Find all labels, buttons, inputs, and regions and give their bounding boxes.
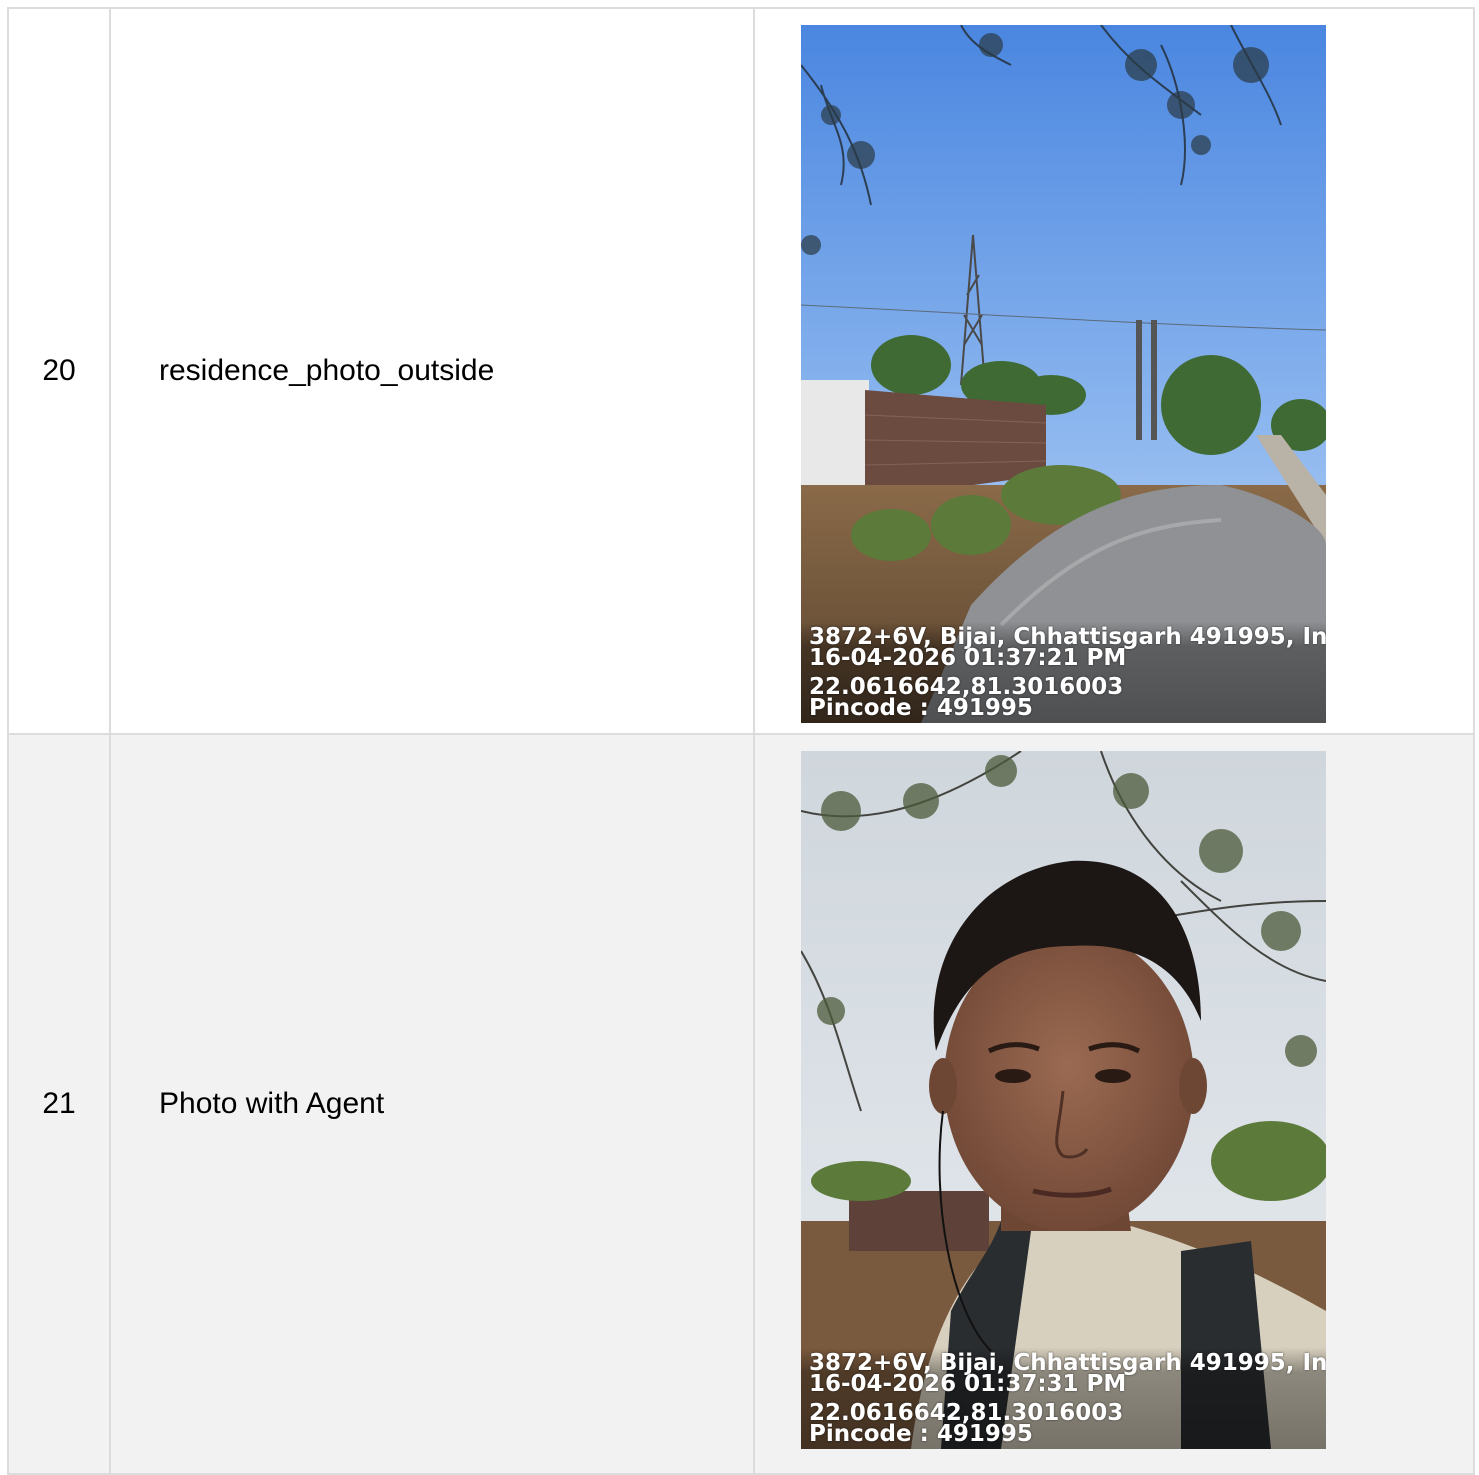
row-label: residence_photo_outside	[111, 9, 755, 733]
photo-cell: 3872+6V, Bijai, Chhattisgarh 491995, Ind…	[755, 735, 1475, 1473]
row-label: Photo with Agent	[111, 735, 755, 1473]
photo-geotag-stamp: 3872+6V, Bijai, Chhattisgarh 491995, Ind…	[801, 621, 1326, 723]
stamp-pincode: Pincode : 491995	[809, 695, 1033, 721]
row-number: 20	[9, 9, 111, 733]
table-row: 20 residence_photo_outside 3872+6V, Bija…	[9, 9, 1475, 735]
agent-selfie-scene	[801, 751, 1326, 1449]
row-number: 21	[9, 735, 111, 1473]
stamp-datetime: 16-04-2026 01:37:31 PM	[809, 1371, 1127, 1397]
stamp-pincode: Pincode : 491995	[809, 1421, 1033, 1447]
agent-selfie-photo[interactable]: 3872+6V, Bijai, Chhattisgarh 491995, Ind…	[801, 751, 1326, 1449]
photo-table: 20 residence_photo_outside 3872+6V, Bija…	[7, 7, 1475, 1475]
residence-outside-photo[interactable]: 3872+6V, Bijai, Chhattisgarh 491995, Ind…	[801, 25, 1326, 723]
photo-geotag-stamp: 3872+6V, Bijai, Chhattisgarh 491995, Ind…	[801, 1347, 1326, 1449]
table-row: 21 Photo with Agent 3872+6V, Bijai, Chha…	[9, 735, 1475, 1475]
stamp-datetime: 16-04-2026 01:37:21 PM	[809, 645, 1127, 671]
residence-scene	[801, 25, 1326, 723]
photo-cell: 3872+6V, Bijai, Chhattisgarh 491995, Ind…	[755, 9, 1475, 733]
